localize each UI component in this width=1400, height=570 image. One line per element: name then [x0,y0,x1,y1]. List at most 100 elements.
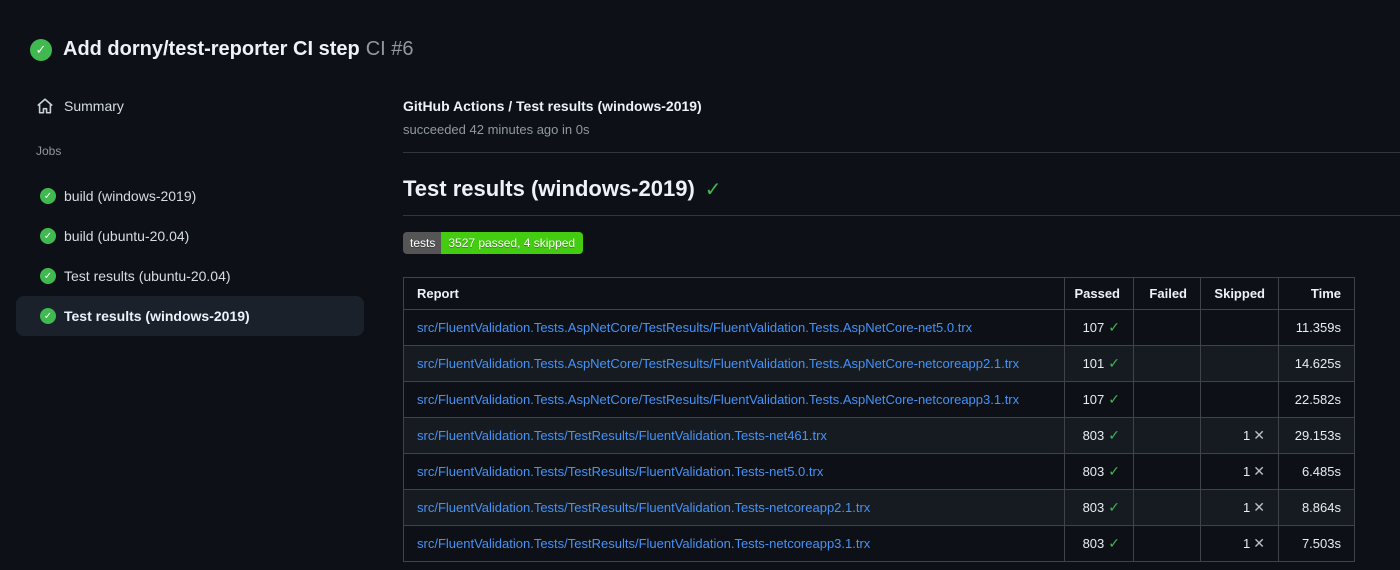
passed-count: 101 [1082,356,1105,371]
passed-check-icon: ✓ [1108,499,1120,515]
badge-label: tests [403,232,442,254]
success-check-circle-icon: ✓ [30,38,52,61]
skipped-cross-icon: ✕ [1253,463,1265,479]
skipped-cell: 1 ✕ [1201,490,1279,525]
report-link[interactable]: src/FluentValidation.Tests.AspNetCore/Te… [417,392,1019,407]
run-header: ✓ Add dorny/test-reporter CI step CI #6 [0,0,1400,70]
sidebar-item-summary[interactable]: Summary [0,88,380,124]
job-success-check-circle-icon: ✓ [40,308,56,324]
tests-badge: tests 3527 passed, 4 skipped [403,232,584,254]
main-content: GitHub Actions / Test results (windows-2… [380,70,1400,562]
skipped-cell: 1 ✕ [1201,418,1279,453]
passed-check-icon: ✓ [1108,319,1120,335]
table-row: src/FluentValidation.Tests/TestResults/F… [404,490,1354,526]
time-cell: 6.485s [1279,454,1354,489]
passed-count: 107 [1082,320,1105,335]
report-link[interactable]: src/FluentValidation.Tests.AspNetCore/Te… [417,356,1019,371]
skipped-cross-icon: ✕ [1253,427,1265,443]
table-row: src/FluentValidation.Tests.AspNetCore/Te… [404,382,1354,418]
skipped-cell: 1 ✕ [1201,526,1279,561]
passed-count: 803 [1082,536,1105,551]
report-link[interactable]: src/FluentValidation.Tests/TestResults/F… [417,428,827,443]
results-heading: Test results (windows-2019) ✓ [403,176,1400,216]
workflow-run-page: ✓ Add dorny/test-reporter CI step CI #6 S… [0,0,1400,570]
layout: Summary Jobs ✓ build (windows-2019) ✓ bu… [0,70,1400,562]
failed-cell [1134,418,1201,453]
jobs-list: ✓ build (windows-2019) ✓ build (ubuntu-2… [0,176,380,336]
job-success-check-circle-icon: ✓ [40,188,56,204]
sidebar-job-item[interactable]: ✓ build (windows-2019) [16,176,364,216]
results-heading-text: Test results (windows-2019) [403,176,695,201]
report-link[interactable]: src/FluentValidation.Tests/TestResults/F… [417,500,870,515]
sidebar-job-item[interactable]: ✓ build (ubuntu-20.04) [16,216,364,256]
passed-cell: 803 ✓ [1065,490,1134,525]
sidebar: Summary Jobs ✓ build (windows-2019) ✓ bu… [0,70,380,336]
passed-cell: 803 ✓ [1065,418,1134,453]
passed-cell: 803 ✓ [1065,526,1134,561]
time-cell: 7.503s [1279,526,1354,561]
check-glyph: ✓ [35,41,47,57]
skipped-count: 1 [1243,536,1251,551]
column-header-failed: Failed [1134,278,1201,309]
time-value: 8.864s [1301,500,1341,515]
skipped-cell: ✕ [1201,382,1279,417]
table-row: src/FluentValidation.Tests.AspNetCore/Te… [404,310,1354,346]
skipped-count: 1 [1243,464,1251,479]
skipped-cross-icon: ✕ [1253,535,1265,551]
passed-cell: 107 ✓ [1065,382,1134,417]
job-label: build (windows-2019) [64,188,197,204]
report-cell: src/FluentValidation.Tests/TestResults/F… [404,490,1065,525]
report-cell: src/FluentValidation.Tests.AspNetCore/Te… [404,346,1065,381]
time-cell: 29.153s [1279,418,1354,453]
job-label: build (ubuntu-20.04) [64,228,190,244]
column-header-skipped: Skipped [1201,278,1279,309]
table-row: src/FluentValidation.Tests/TestResults/F… [404,418,1354,454]
jobs-section-label: Jobs [36,144,62,158]
check-glyph: ✓ [43,270,53,282]
passed-cell: 101 ✓ [1065,346,1134,381]
table-header-row: Report Passed Failed Skipped Time [404,278,1354,310]
passed-cell: 107 ✓ [1065,310,1134,345]
time-value: 22.582s [1294,392,1341,407]
skipped-cell: ✕ [1201,346,1279,381]
table-row: src/FluentValidation.Tests/TestResults/F… [404,454,1354,490]
table-row: src/FluentValidation.Tests/TestResults/F… [404,526,1354,561]
check-glyph: ✓ [43,230,53,242]
skipped-count: 1 [1243,500,1251,515]
time-cell: 8.864s [1279,490,1354,525]
check-glyph: ✓ [43,190,53,202]
table-row: src/FluentValidation.Tests.AspNetCore/Te… [404,346,1354,382]
passed-check-icon: ✓ [1108,355,1120,371]
job-label: Test results (windows-2019) [64,308,250,324]
failed-cell [1134,454,1201,489]
passed-count: 107 [1082,392,1105,407]
report-cell: src/FluentValidation.Tests/TestResults/F… [404,418,1065,453]
report-cell: src/FluentValidation.Tests.AspNetCore/Te… [404,310,1065,345]
run-title-text: Add dorny/test-reporter CI step [63,38,360,60]
passed-count: 803 [1082,500,1105,515]
sidebar-job-item[interactable]: ✓ Test results (windows-2019) [16,296,364,336]
report-link[interactable]: src/FluentValidation.Tests/TestResults/F… [417,536,870,551]
job-label: Test results (ubuntu-20.04) [64,268,231,284]
sidebar-job-item[interactable]: ✓ Test results (ubuntu-20.04) [16,256,364,296]
time-cell: 14.625s [1279,346,1354,381]
report-link[interactable]: src/FluentValidation.Tests/TestResults/F… [417,464,823,479]
skipped-count: 1 [1243,428,1251,443]
report-cell: src/FluentValidation.Tests/TestResults/F… [404,454,1065,489]
run-title: Add dorny/test-reporter CI step CI #6 [63,38,414,61]
time-cell: 22.582s [1279,382,1354,417]
skipped-cross-icon: ✕ [1253,499,1265,515]
column-header-passed: Passed [1065,278,1134,309]
passed-count: 803 [1082,428,1105,443]
report-cell: src/FluentValidation.Tests.AspNetCore/Te… [404,382,1065,417]
passed-check-icon: ✓ [1108,463,1120,479]
failed-cell [1134,346,1201,381]
passed-check-icon: ✓ [1108,427,1120,443]
report-link[interactable]: src/FluentValidation.Tests.AspNetCore/Te… [417,320,972,335]
heading-check-icon: ✓ [704,178,722,201]
column-header-report: Report [404,278,1065,309]
passed-check-icon: ✓ [1108,391,1120,407]
job-success-check-circle-icon: ✓ [40,228,56,244]
summary-label: Summary [64,98,124,114]
header-divider [403,152,1400,153]
